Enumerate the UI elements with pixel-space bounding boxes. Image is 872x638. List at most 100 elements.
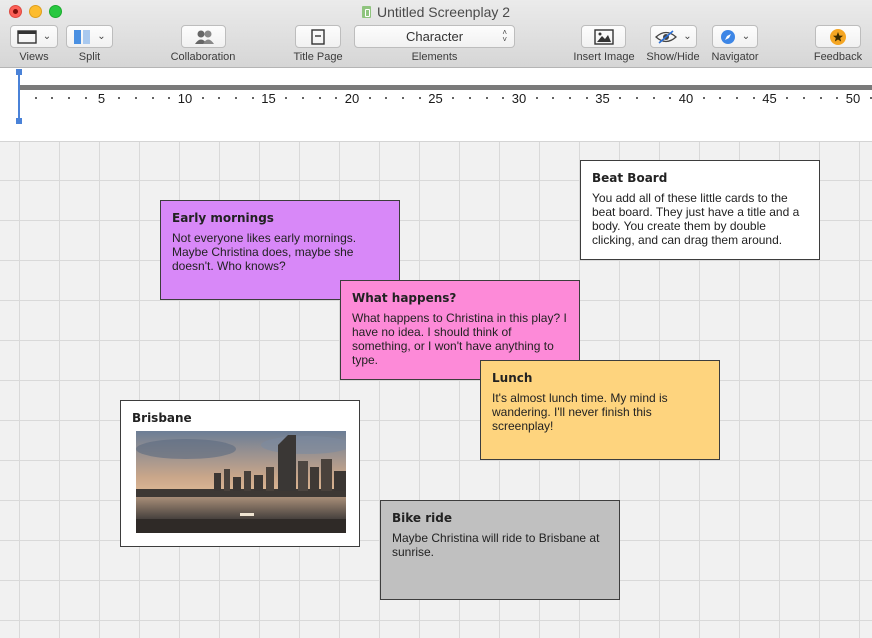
ruler-tick xyxy=(418,97,421,99)
city-skyline-image xyxy=(136,431,346,533)
split-icon xyxy=(74,29,91,44)
card-body: You add all of these little cards to the… xyxy=(592,191,800,247)
ruler-tick xyxy=(151,97,154,99)
show-hide-button[interactable]: ⌄ xyxy=(650,25,697,48)
ruler-tick xyxy=(118,97,121,99)
ruler-tick xyxy=(485,97,488,99)
compass-icon xyxy=(720,29,735,44)
card-title: Brisbane xyxy=(132,411,192,425)
ruler-number: 45 xyxy=(762,91,777,106)
split-label: Split xyxy=(78,51,101,63)
views-label: Views xyxy=(19,51,49,63)
ruler-tick xyxy=(385,97,388,99)
ruler-tick xyxy=(452,97,455,99)
ruler-number: 30 xyxy=(511,91,527,106)
ruler-number: 10 xyxy=(177,91,193,106)
ruler-tick xyxy=(34,97,37,99)
beat-card-lunch[interactable]: Lunch It's almost lunch time. My mind is… xyxy=(480,360,720,460)
ruler-number: 15 xyxy=(261,91,276,106)
card-title: Lunch xyxy=(492,371,533,385)
ruler-tick xyxy=(752,97,755,99)
ruler-tick xyxy=(251,97,254,99)
title-page-label: Title Page xyxy=(293,51,343,63)
ruler-tick xyxy=(652,97,655,99)
beat-card-bike-ride[interactable]: Bike ride Maybe Christina will ride to B… xyxy=(380,500,620,600)
ruler-number: 20 xyxy=(344,91,360,106)
ruler-tick xyxy=(619,97,622,99)
beat-card-beat-board[interactable]: Beat Board You add all of these little c… xyxy=(580,160,820,260)
app-window: Untitled Screenplay 2 ⌄ Views ⌄ Split Co… xyxy=(0,0,872,638)
navigator-label: Navigator xyxy=(711,51,759,63)
title-page-button[interactable] xyxy=(295,25,341,48)
chevron-down-icon: ⌄ xyxy=(42,31,52,42)
feedback-label: Feedback xyxy=(813,51,863,63)
ruler-tick xyxy=(502,97,505,99)
ruler-tick xyxy=(836,97,839,99)
ruler-tick xyxy=(285,97,288,99)
card-body: It's almost lunch time. My mind is wande… xyxy=(492,391,668,433)
chevron-down-icon: ⌄ xyxy=(741,31,751,42)
views-button[interactable]: ⌄ xyxy=(10,25,58,48)
document-icon xyxy=(361,6,371,18)
card-title: What happens? xyxy=(352,291,457,305)
ruler-tick xyxy=(468,97,471,99)
ruler-number: 35 xyxy=(595,91,610,106)
ruler-tick xyxy=(719,97,722,99)
insert-image-label: Insert Image xyxy=(573,51,635,63)
ruler-tick xyxy=(51,97,54,99)
card-body: What happens to Christina in this play? … xyxy=(352,311,567,367)
card-body: Not everyone likes early mornings. Maybe… xyxy=(172,231,357,273)
insert-image-button[interactable] xyxy=(581,25,626,48)
indent-marker[interactable] xyxy=(16,69,22,124)
beat-board-canvas[interactable]: Beat Board You add all of these little c… xyxy=(0,142,872,638)
card-image xyxy=(136,431,346,533)
ruler-tick xyxy=(235,97,238,99)
split-button[interactable]: ⌄ xyxy=(66,25,113,48)
card-title: Beat Board xyxy=(592,171,668,185)
toolbar: Untitled Screenplay 2 ⌄ Views ⌄ Split Co… xyxy=(0,0,872,68)
ruler-tick xyxy=(702,97,705,99)
ruler-bar xyxy=(18,85,872,90)
navigator-button[interactable]: ⌄ xyxy=(712,25,758,48)
ruler-number: 50 xyxy=(845,91,861,106)
eye-slash-icon xyxy=(655,29,678,44)
beat-card-brisbane[interactable]: Brisbane xyxy=(120,400,360,547)
ruler-tick xyxy=(569,97,572,99)
views-icon xyxy=(17,29,37,44)
ruler-tick xyxy=(218,97,221,99)
elements-select[interactable]: Character ˄ ˅ xyxy=(354,25,515,48)
feedback-button[interactable] xyxy=(815,25,861,48)
collaboration-button[interactable] xyxy=(181,25,226,48)
card-title: Early mornings xyxy=(172,211,274,225)
image-icon xyxy=(593,28,614,45)
card-body: Maybe Christina will ride to Brisbane at… xyxy=(392,531,600,559)
ruler-tick xyxy=(669,97,672,99)
ruler-tick xyxy=(736,97,739,99)
ruler-tick xyxy=(301,97,304,99)
ruler-tick xyxy=(318,97,321,99)
window-title-text: Untitled Screenplay 2 xyxy=(376,4,511,20)
ruler-tick xyxy=(134,97,137,99)
ruler-tick xyxy=(786,97,789,99)
ruler-number: 5 xyxy=(97,91,106,106)
elements-select-value: Character xyxy=(405,29,464,44)
ruler-tick xyxy=(402,97,405,99)
chevron-down-icon: ⌄ xyxy=(683,31,692,42)
chevron-down-icon: ⌄ xyxy=(97,31,106,42)
ruler-tick xyxy=(819,97,822,99)
chevron-up-down-icon: ˄ ˅ xyxy=(502,28,507,44)
elements-label: Elements xyxy=(411,51,458,63)
ruler-tick xyxy=(869,97,872,99)
people-icon xyxy=(194,30,214,44)
card-title: Bike ride xyxy=(392,511,452,525)
star-icon xyxy=(830,28,846,45)
ruler-tick xyxy=(168,97,171,99)
collaboration-label: Collaboration xyxy=(170,51,236,63)
ruler-tick xyxy=(68,97,71,99)
ruler-tick xyxy=(552,97,555,99)
ruler-tick xyxy=(535,97,538,99)
ruler-tick xyxy=(84,97,87,99)
ruler-tick xyxy=(201,97,204,99)
ruler-number: 40 xyxy=(678,91,694,106)
ruler-number: 25 xyxy=(428,91,443,106)
